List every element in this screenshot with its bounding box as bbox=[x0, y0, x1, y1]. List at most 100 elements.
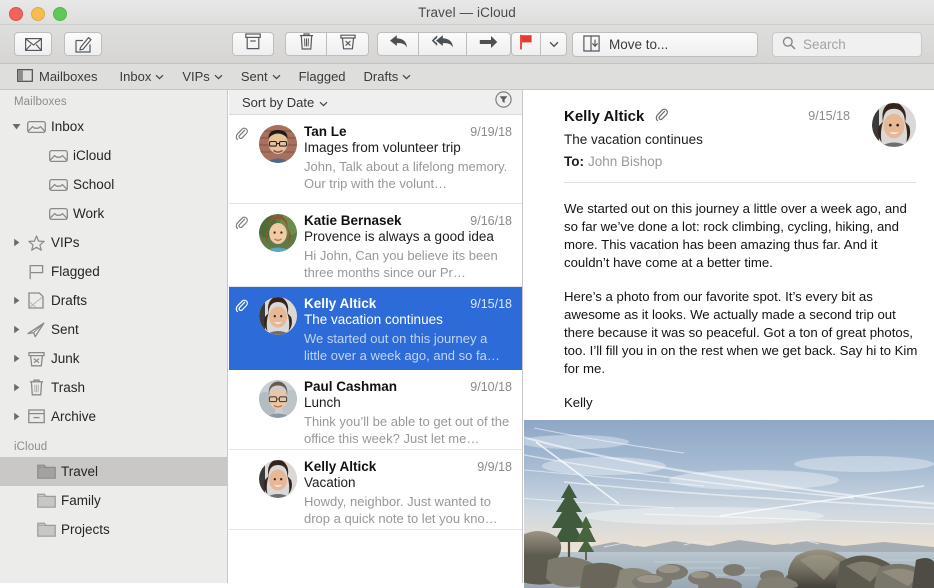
favorites-item-sent[interactable]: Sent bbox=[241, 69, 281, 84]
sidebar-item-archive[interactable]: Archive bbox=[0, 402, 227, 431]
sidebar-item-label: Family bbox=[58, 493, 101, 508]
message-subject: Vacation bbox=[304, 475, 512, 491]
table-row-selected[interactable]: Kelly Altick 9/15/18 The vacation contin… bbox=[229, 287, 522, 370]
inbox-tray-icon bbox=[46, 207, 70, 221]
flag-group bbox=[511, 32, 567, 56]
favorites-item-vips[interactable]: VIPs bbox=[182, 69, 222, 84]
reply-all-button[interactable] bbox=[419, 32, 467, 56]
reader-to-label: To: bbox=[564, 154, 584, 169]
message-subject: Provence is always a good idea bbox=[304, 229, 512, 245]
sidebar-item-trash[interactable]: Trash bbox=[0, 373, 227, 402]
flag-button[interactable] bbox=[511, 32, 541, 56]
junk-button[interactable] bbox=[327, 32, 369, 56]
reply-all-arrow-icon bbox=[431, 34, 454, 54]
favorites-item-inbox[interactable]: Inbox bbox=[120, 69, 165, 84]
reply-button[interactable] bbox=[377, 32, 419, 56]
move-to-button[interactable]: Move to... bbox=[572, 32, 758, 57]
delete-junk-group bbox=[285, 32, 369, 56]
move-to-box-icon bbox=[583, 35, 600, 55]
message-list[interactable]: Sort by Date bbox=[229, 90, 523, 588]
compose-button[interactable] bbox=[64, 32, 102, 56]
reader-to-value[interactable]: John Bishop bbox=[588, 154, 662, 169]
sidebar-item-label: Drafts bbox=[48, 293, 87, 308]
sidebar-item-work[interactable]: Work bbox=[0, 199, 227, 228]
message-preview: Hi John, Can you believe its been three … bbox=[304, 247, 512, 281]
sidebar-item-family[interactable]: Family bbox=[0, 486, 227, 515]
paperclip-icon[interactable] bbox=[655, 107, 668, 126]
chevron-down-icon bbox=[155, 73, 164, 82]
disclosure-triangle-open-icon[interactable] bbox=[8, 122, 24, 131]
delete-button[interactable] bbox=[285, 32, 327, 56]
disclosure-triangle-closed-icon[interactable] bbox=[8, 383, 24, 392]
message-subject: Images from volunteer trip bbox=[304, 140, 512, 156]
sidebar-item-inbox[interactable]: Inbox bbox=[0, 112, 227, 141]
trash-icon bbox=[24, 379, 48, 396]
message-date: 9/9/18 bbox=[471, 460, 512, 474]
message-date: 9/15/18 bbox=[464, 297, 512, 311]
avatar-image-katie-bernasek bbox=[259, 214, 297, 252]
disclosure-triangle-closed-icon[interactable] bbox=[8, 354, 24, 363]
sidebar[interactable]: Mailboxes Inbox iCloud bbox=[0, 90, 228, 588]
favorites-item-mailboxes[interactable]: Mailboxes bbox=[17, 69, 98, 85]
chevron-down-icon bbox=[402, 73, 411, 82]
message-sender: Tan Le bbox=[304, 124, 347, 139]
table-row[interactable]: Katie Bernasek 9/16/18 Provence is alway… bbox=[229, 204, 522, 287]
sidebar-item-label: VIPs bbox=[48, 235, 80, 250]
disclosure-triangle-closed-icon[interactable] bbox=[8, 296, 24, 305]
disclosure-triangle-closed-icon[interactable] bbox=[8, 412, 24, 421]
envelope-icon bbox=[25, 38, 42, 51]
drafts-page-icon bbox=[24, 292, 48, 309]
favorites-item-label: Mailboxes bbox=[39, 69, 98, 84]
forward-button[interactable] bbox=[467, 32, 511, 56]
body-paragraph: Here’s a photo from our favorite spot. I… bbox=[564, 288, 918, 378]
sidebar-item-projects[interactable]: Projects bbox=[0, 515, 227, 544]
disclosure-triangle-closed-icon[interactable] bbox=[8, 238, 24, 247]
paper-plane-icon bbox=[24, 322, 48, 338]
avatar-image-tan-le bbox=[259, 125, 297, 163]
attachment-image-lake-tahoe[interactable] bbox=[524, 420, 934, 588]
reader-subject: The vacation continues bbox=[564, 132, 916, 147]
compose-pencil-icon bbox=[75, 36, 92, 53]
archive-button[interactable] bbox=[232, 32, 274, 56]
sidebar-item-junk[interactable]: Junk bbox=[0, 344, 227, 373]
get-mail-button[interactable] bbox=[14, 32, 52, 56]
forward-arrow-icon bbox=[479, 35, 498, 54]
sidebar-item-flagged[interactable]: Flagged bbox=[0, 257, 227, 286]
trash-icon bbox=[299, 33, 314, 55]
table-row[interactable]: Tan Le 9/19/18 Images from volunteer tri… bbox=[229, 115, 522, 204]
sidebar-item-label: iCloud bbox=[70, 148, 111, 163]
message-reading-pane: Kelly Altick 9/15/18 bbox=[524, 90, 934, 588]
search-icon bbox=[782, 36, 796, 53]
sort-by-label: Sort by Date bbox=[242, 95, 314, 110]
filter-button[interactable] bbox=[495, 91, 512, 113]
sidebar-item-travel[interactable]: Travel bbox=[0, 457, 227, 486]
move-to-label: Move to... bbox=[609, 37, 668, 52]
message-date: 9/19/18 bbox=[464, 125, 512, 139]
table-row[interactable]: Paul Cashman 9/10/18 Lunch Think you’ll … bbox=[229, 370, 522, 450]
search-field[interactable]: Search bbox=[772, 32, 922, 57]
sidebar-item-icloud[interactable]: iCloud bbox=[0, 141, 227, 170]
sidebar-item-label: School bbox=[70, 177, 114, 192]
sidebar-item-sent[interactable]: Sent bbox=[0, 315, 227, 344]
attachment-indicator bbox=[235, 379, 255, 439]
favorites-item-drafts[interactable]: Drafts bbox=[364, 69, 412, 84]
flag-menu-button[interactable] bbox=[541, 32, 567, 56]
body-paragraph: We started out on this journey a little … bbox=[564, 200, 918, 272]
sidebar-section-header-icloud: iCloud bbox=[0, 431, 227, 457]
folder-icon bbox=[34, 493, 58, 508]
chevron-down-icon bbox=[549, 41, 559, 50]
sidebar-item-label: Archive bbox=[48, 409, 96, 424]
sort-by-button[interactable]: Sort by Date bbox=[242, 95, 328, 110]
favorites-item-flagged[interactable]: Flagged bbox=[299, 69, 346, 84]
message-sender: Katie Bernasek bbox=[304, 213, 402, 228]
table-row[interactable]: Kelly Altick 9/9/18 Vacation Howdy, neig… bbox=[229, 450, 522, 530]
favorites-item-label: Inbox bbox=[120, 69, 152, 84]
sidebar-item-vips[interactable]: VIPs bbox=[0, 228, 227, 257]
disclosure-triangle-closed-icon[interactable] bbox=[8, 325, 24, 334]
sidebar-item-drafts[interactable]: Drafts bbox=[0, 286, 227, 315]
filter-funnel-icon bbox=[495, 95, 512, 112]
sidebar-item-school[interactable]: School bbox=[0, 170, 227, 199]
favorites-item-label: VIPs bbox=[182, 69, 209, 84]
sidebar-item-label: Work bbox=[70, 206, 104, 221]
chevron-down-icon bbox=[319, 95, 328, 110]
